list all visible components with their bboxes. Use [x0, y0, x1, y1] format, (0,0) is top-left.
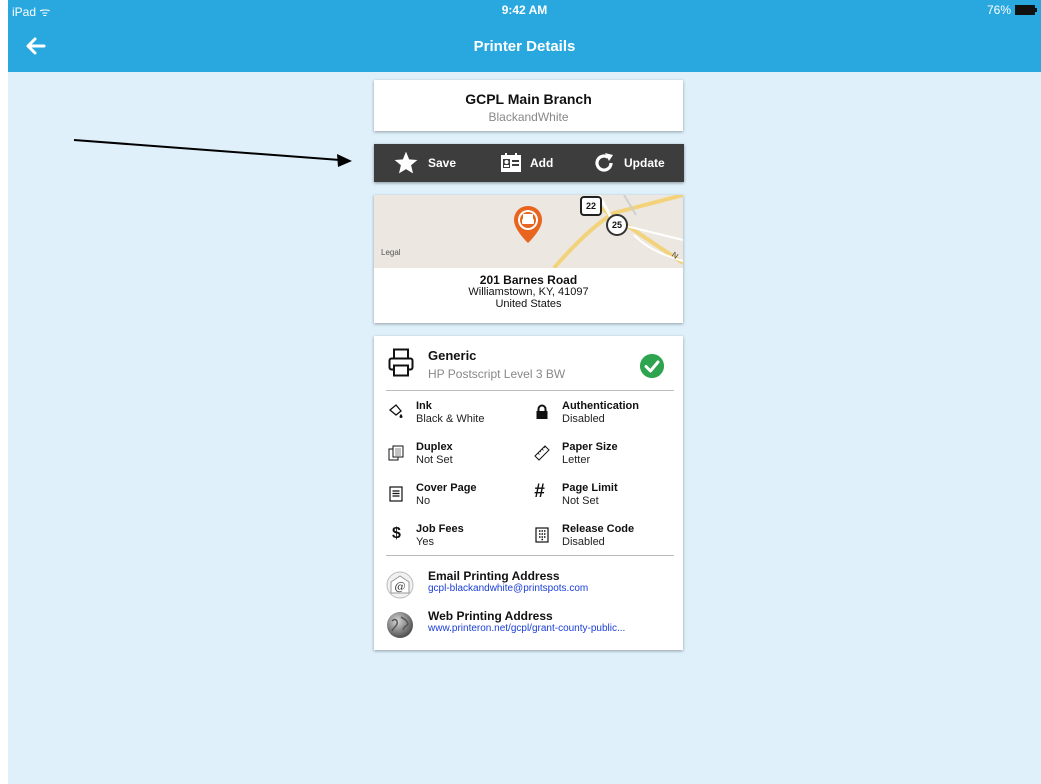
printer-location-pin-icon[interactable] [512, 205, 544, 245]
document-icon [389, 486, 403, 502]
ruler-icon [534, 445, 550, 461]
attr-value: No [416, 495, 431, 507]
attr-label: Duplex [416, 441, 453, 453]
address-street: 201 Barnes Road [479, 273, 578, 287]
map-view[interactable]: 22 25 N Legal [374, 195, 683, 268]
battery-status: 76% [986, 3, 1037, 17]
attr-value: Not Set [416, 454, 453, 466]
update-button[interactable]: Update [592, 151, 665, 175]
status-bar: iPad ᯤ 9:42 AM 76% [8, 0, 1041, 20]
nav-bar: Printer Details [8, 20, 1041, 72]
add-contact-icon [501, 153, 521, 172]
attr-label: Job Fees [416, 523, 464, 535]
attr-label: Ink [416, 400, 432, 412]
address-city: Williamstown, KY, 41097 [468, 286, 589, 298]
app-screen: iPad ᯤ 9:42 AM 76% Printer Details GCPL … [8, 0, 1041, 784]
save-label: Save [428, 156, 457, 170]
driver-model: HP Postscript Level 3 BW [428, 367, 566, 381]
route-shield-25: 25 [606, 214, 628, 236]
attr-value: Not Set [562, 495, 599, 507]
attr-value: Yes [416, 536, 434, 548]
email-printing-link[interactable]: gcpl-blackandwhite@printspots.com [428, 583, 676, 594]
attr-page-limit: # Page Limit Not Set [534, 481, 674, 514]
address-country: United States [495, 298, 562, 310]
attr-label: Page Limit [562, 482, 618, 494]
attr-release-code: Release Code Disabled [534, 523, 674, 555]
attr-job-fees: $ Job Fees Yes [388, 523, 528, 555]
web-printing-link[interactable]: www.printeron.net/gcpl/grant-county-publ… [428, 623, 676, 634]
lock-icon [536, 404, 548, 419]
printer-details-card: Generic HP Postscript Level 3 BW Ink Bla… [374, 336, 683, 650]
printer-name: GCPL Main Branch [465, 91, 592, 107]
attr-authentication: Authentication Disabled [534, 400, 674, 432]
email-printing-label: Email Printing Address [428, 569, 560, 583]
add-button[interactable]: Add [500, 153, 553, 173]
driver-name: Generic [428, 348, 477, 363]
star-icon [394, 151, 418, 174]
attr-value: Disabled [562, 536, 605, 548]
printer-icon [388, 348, 414, 377]
keypad-icon [535, 527, 549, 543]
map-legal-link[interactable]: Legal [381, 248, 401, 257]
web-printing-label: Web Printing Address [428, 609, 553, 623]
battery-percent: 76% [986, 3, 1011, 17]
attr-cover-page: Cover Page No [388, 482, 528, 514]
refresh-icon [595, 153, 613, 172]
checkmark-icon [640, 354, 664, 378]
route-shield-22: 22 [580, 196, 602, 216]
attr-paper-size: Paper Size Letter [534, 441, 674, 473]
address-block: 201 Barnes Road Williamstown, KY, 41097 … [374, 268, 683, 310]
attr-ink: Ink Black & White [388, 400, 528, 432]
clock: 9:42 AM [501, 3, 548, 17]
attr-duplex: Duplex Not Set [388, 441, 528, 473]
page-title: Printer Details [473, 38, 576, 55]
svg-text:@: @ [395, 580, 406, 593]
save-button[interactable]: Save [392, 150, 456, 176]
attr-label: Cover Page [416, 482, 477, 494]
email-printing-row: @ Email Printing Address gcpl-blackandwh… [386, 569, 676, 605]
location-card: 22 25 N Legal 201 Barnes Road Williamsto… [374, 195, 683, 323]
attr-value: Black & White [416, 413, 485, 425]
attr-label: Authentication [562, 400, 639, 412]
hash-icon: # [534, 481, 545, 502]
email-icon: @ [386, 571, 414, 599]
globe-icon [387, 612, 413, 638]
battery-icon [1015, 5, 1037, 15]
action-toolbar: Save Add Update [374, 144, 684, 182]
driver-row: Generic HP Postscript Level 3 BW [386, 346, 676, 390]
attr-label: Paper Size [562, 441, 618, 453]
attr-value: Letter [562, 454, 591, 466]
divider [386, 555, 674, 556]
attr-label: Release Code [562, 523, 635, 535]
printer-header-card: GCPL Main Branch BlackandWhite [374, 80, 683, 131]
update-label: Update [624, 156, 665, 170]
dollar-icon: $ [392, 525, 401, 542]
add-label: Add [530, 156, 554, 170]
divider [386, 390, 674, 391]
duplex-icon [388, 445, 404, 461]
web-printing-row: Web Printing Address www.printeron.net/g… [386, 609, 676, 645]
ink-drop-icon [388, 404, 403, 418]
attr-value: Disabled [562, 413, 605, 425]
printer-subtitle: BlackandWhite [488, 110, 569, 124]
